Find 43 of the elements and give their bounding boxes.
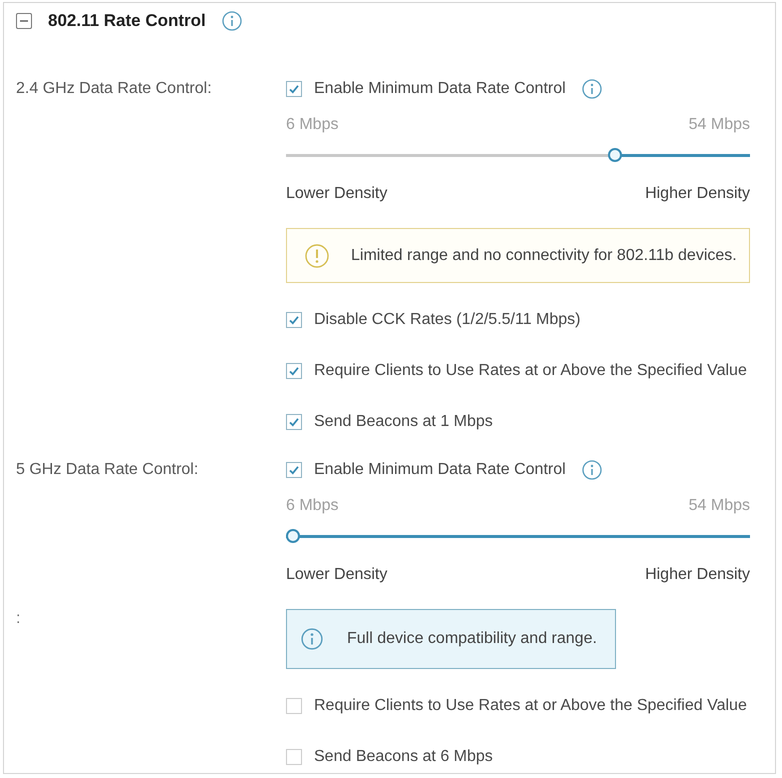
warning-icon bbox=[305, 244, 329, 268]
checkbox[interactable] bbox=[286, 81, 302, 97]
slider-thumb[interactable] bbox=[286, 529, 300, 543]
min-rate-label: 6 Mbps bbox=[286, 496, 338, 516]
checkmark-icon bbox=[288, 464, 300, 476]
checkbox-label: Send Beacons at 6 Mbps bbox=[314, 747, 493, 767]
density-label: Lower Density bbox=[286, 565, 388, 585]
checkbox-label: Send Beacons at 1 Mbps bbox=[314, 412, 493, 432]
notice-text: Full device compatibility and range. bbox=[347, 629, 597, 649]
slider-thumb[interactable] bbox=[608, 148, 622, 162]
checkmark-icon bbox=[288, 416, 300, 428]
info-icon[interactable] bbox=[222, 11, 242, 31]
checkbox[interactable] bbox=[286, 698, 302, 714]
slider-track[interactable] bbox=[286, 148, 750, 162]
info-icon[interactable] bbox=[582, 460, 602, 480]
collapse-button[interactable] bbox=[16, 13, 32, 29]
max-rate-label: 54 Mbps bbox=[688, 115, 750, 135]
checkbox-label: Enable Minimum Data Rate Control bbox=[314, 79, 566, 99]
checkbox-label: Disable CCK Rates (1/2/5.5/11 Mbps) bbox=[314, 310, 580, 330]
checkbox[interactable] bbox=[286, 363, 302, 379]
group-label: 5 GHz Data Rate Control: bbox=[16, 460, 200, 480]
checkmark-icon bbox=[288, 314, 300, 326]
checkbox-label: Require Clients to Use Rates at or Above the Specified Value bbox=[314, 696, 747, 716]
info-icon[interactable] bbox=[301, 628, 323, 650]
checkbox[interactable] bbox=[286, 462, 302, 478]
checkmark-icon bbox=[288, 365, 300, 377]
slider-track[interactable] bbox=[286, 529, 750, 543]
checkbox[interactable] bbox=[286, 414, 302, 430]
density-label: Higher Density bbox=[645, 565, 750, 585]
checkbox-label: Require Clients to Use Rates at or Above the Specified Value bbox=[314, 361, 747, 381]
row-label: : bbox=[16, 610, 20, 627]
checkbox-label: Enable Minimum Data Rate Control bbox=[314, 460, 566, 480]
group-label: 2.4 GHz Data Rate Control: bbox=[16, 79, 213, 99]
checkmark-icon bbox=[288, 83, 300, 95]
max-rate-label: 54 Mbps bbox=[688, 496, 750, 516]
min-rate-label: 6 Mbps bbox=[286, 115, 338, 135]
info-icon[interactable] bbox=[582, 79, 602, 99]
checkbox[interactable] bbox=[286, 749, 302, 765]
density-label: Lower Density bbox=[286, 184, 388, 204]
section-title: 802.11 Rate Control bbox=[48, 11, 206, 31]
notice-text: Limited range and no connectivity for 802.11b devices. bbox=[351, 246, 737, 266]
density-label: Higher Density bbox=[645, 184, 750, 204]
checkbox[interactable] bbox=[286, 312, 302, 328]
